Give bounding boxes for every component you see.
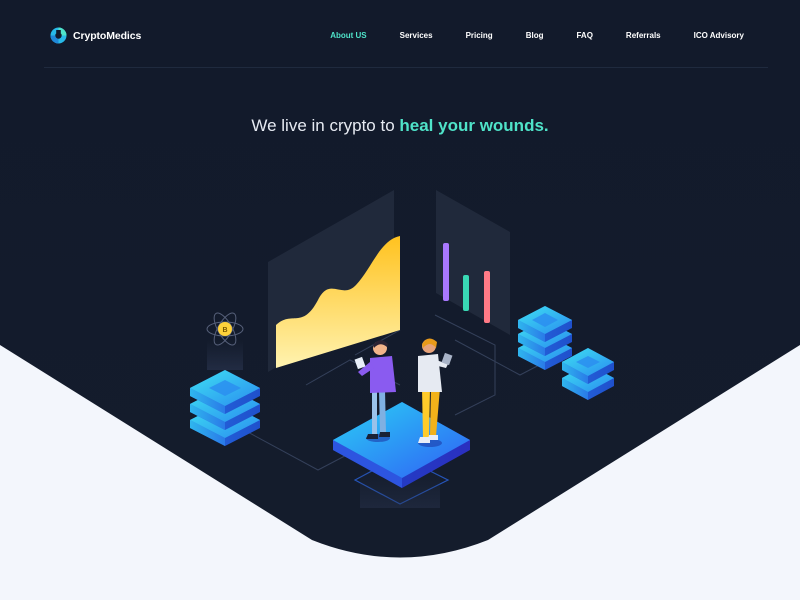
central-platform — [333, 402, 470, 508]
bar-purple — [443, 243, 449, 301]
server-stack-left — [190, 340, 260, 446]
bar-red — [484, 271, 490, 323]
server-stack-right-back — [518, 306, 572, 370]
hero-illustration: B — [190, 190, 614, 508]
bitcoin-symbol: B — [222, 327, 227, 334]
page: CryptoMedics About US Services Pricing B… — [0, 0, 800, 600]
bar-teal — [463, 275, 469, 311]
